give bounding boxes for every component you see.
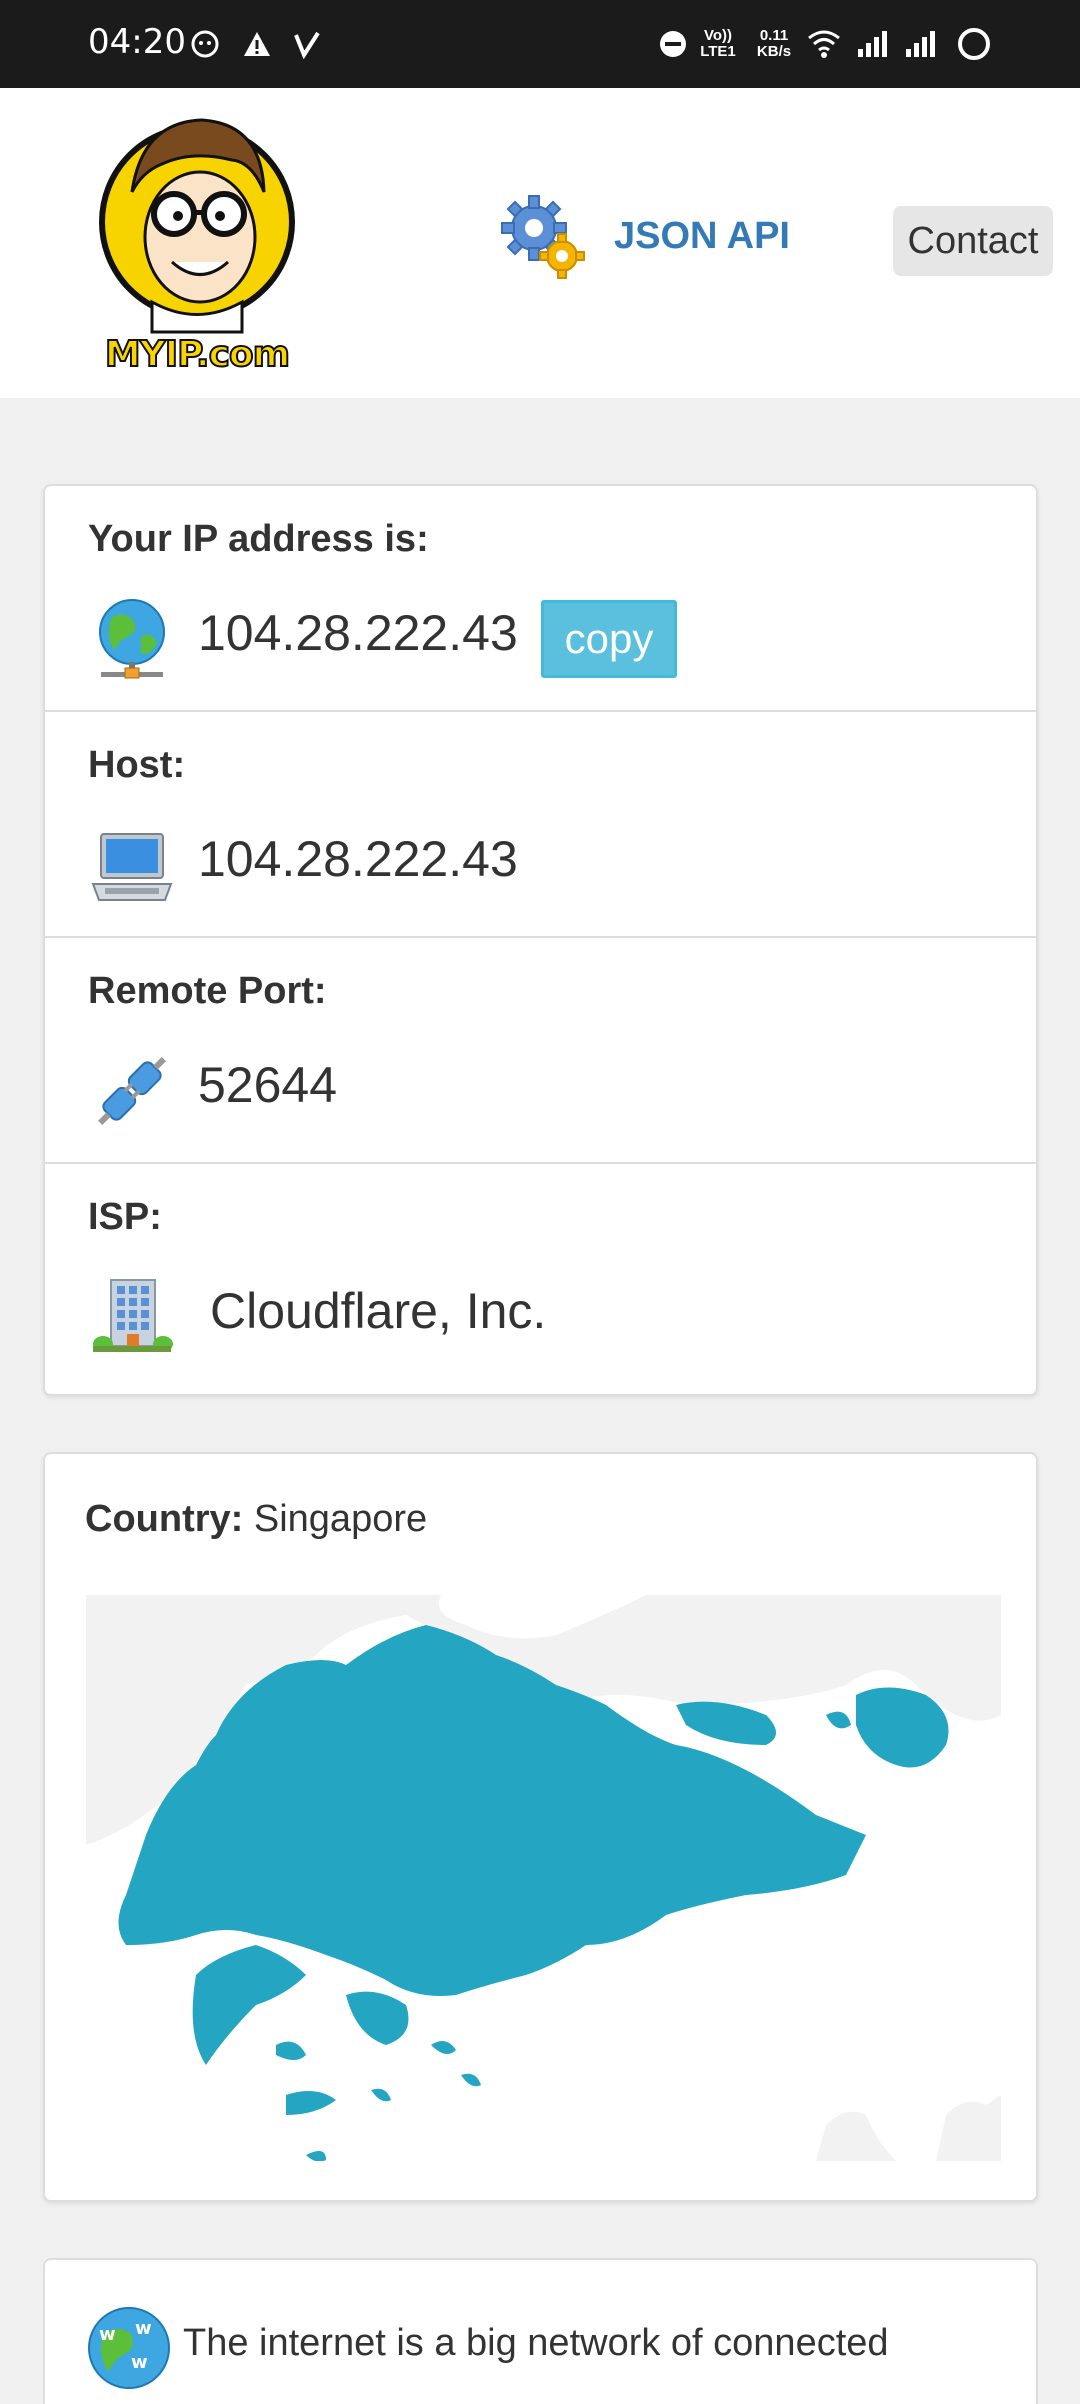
gears-icon	[501, 195, 585, 279]
svg-text:w: w	[135, 2318, 152, 2339]
json-api-label: JSON API	[614, 214, 790, 257]
isp-value: Cloudflare, Inc.	[210, 1283, 547, 1339]
remote-port-value: 52644	[198, 1057, 338, 1113]
signal-sim2-icon	[904, 24, 938, 64]
site-header: MYIP.com JSON API Contact	[0, 88, 1080, 398]
host-row: Host: 104.28.222.43	[45, 712, 1036, 938]
status-time: 04:20	[88, 22, 186, 62]
warning-icon	[242, 24, 272, 64]
office-building-icon	[93, 1279, 173, 1352]
ip-address-value: 104.28.222.43	[198, 605, 518, 661]
country-value: Singapore	[253, 1498, 428, 1540]
myip-logo[interactable]: MYIP.com	[92, 102, 302, 376]
country-map	[86, 1595, 1001, 2161]
host-value: 104.28.222.43	[198, 831, 518, 887]
info-card: w w w The internet is a big network of c…	[43, 2258, 1038, 2404]
ip-address-row: Your IP address is: 104.28.222.43 copy	[45, 486, 1036, 712]
logo-text: MYIP.com	[104, 333, 291, 376]
remote-port-row: Remote Port: 52644	[45, 938, 1036, 1164]
svg-text:w: w	[99, 2324, 116, 2345]
check-icon	[292, 24, 322, 64]
country-line: Country: Singapore	[85, 1498, 427, 1541]
battery-icon	[956, 24, 992, 64]
status-bar: 04:20 Vo)) LTE1 0.11 KB/s	[0, 0, 1080, 88]
network-speed-unit: KB/s	[756, 43, 792, 60]
ip-info-card: Your IP address is: 104.28.222.43 copy H…	[43, 484, 1038, 1396]
info-text: The internet is a big network of connect…	[183, 2322, 889, 2364]
globe-network-icon	[99, 599, 165, 679]
country-card: Country: Singapore	[43, 1452, 1038, 2202]
network-speed-value: 0.11	[759, 27, 789, 44]
volte-indicator: Vo)) LTE1	[700, 27, 736, 60]
logo-face-icon	[99, 118, 295, 334]
signal-sim1-icon	[856, 24, 890, 64]
isp-row: ISP: Cloudflare, Inc.	[45, 1164, 1036, 1390]
remote-port-label: Remote Port:	[88, 970, 327, 1012]
json-api-link[interactable]: JSON API	[498, 192, 790, 280]
network-speed: 0.11 KB/s	[748, 24, 800, 64]
contact-button[interactable]: Contact	[893, 206, 1053, 276]
svg-text:w: w	[131, 2352, 148, 2373]
host-label: Host:	[88, 744, 186, 786]
ip-address-label: Your IP address is:	[88, 518, 429, 560]
country-label: Country:	[85, 1498, 244, 1540]
www-globe-icon: w w w	[88, 2307, 170, 2389]
app-notification-icon	[190, 24, 220, 64]
isp-label: ISP:	[88, 1196, 162, 1238]
laptop-icon	[91, 833, 173, 901]
do-not-disturb-icon	[658, 24, 688, 64]
wifi-icon	[806, 24, 842, 64]
copy-button[interactable]: copy	[541, 600, 677, 678]
plug-connector-icon	[98, 1057, 166, 1125]
